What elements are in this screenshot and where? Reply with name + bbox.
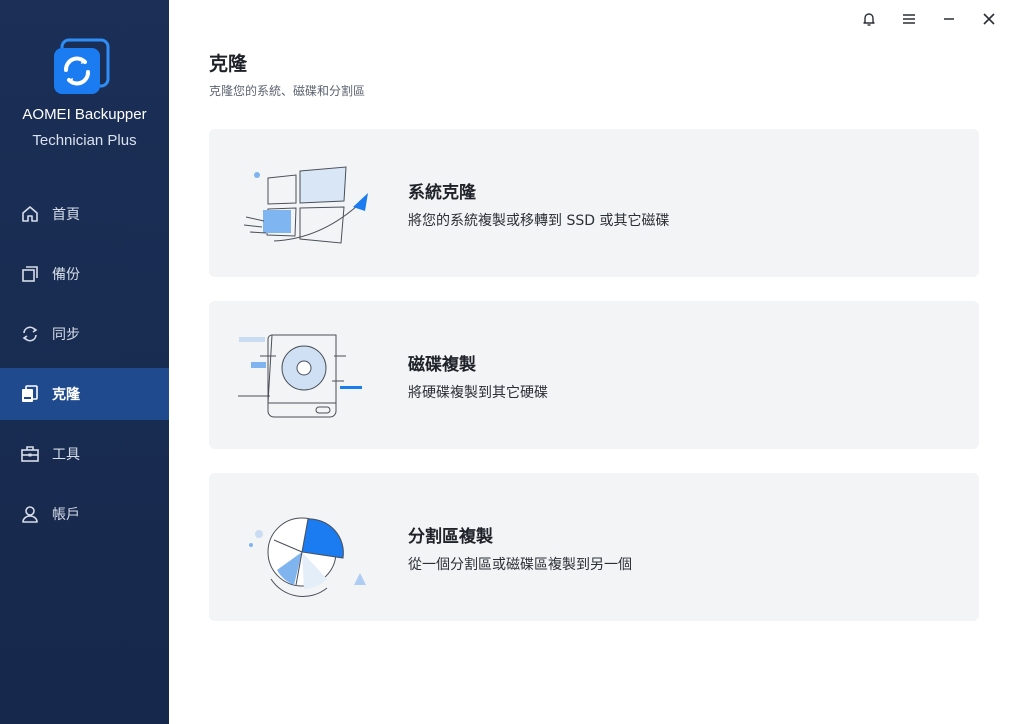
home-icon [20,204,40,224]
sidebar-item-clone[interactable]: 克隆 [0,368,169,420]
sidebar-item-label: 克隆 [52,387,80,403]
card-title: 磁碟複製 [408,355,476,375]
app-name: AOMEI Backupper [22,106,147,123]
backup-icon [20,264,40,284]
system-clone-icon [234,151,374,255]
sidebar-item-tools[interactable]: 工具 [0,428,169,480]
sidebar-item-label: 同步 [52,327,80,343]
card-title: 系統克隆 [408,183,476,203]
sync-icon [20,324,40,344]
minimize-icon[interactable] [929,8,969,30]
card-desc: 將硬碟複製到其它硬碟 [408,385,548,401]
sidebar-item-sync[interactable]: 同步 [0,308,169,360]
aomei-logo-icon [52,38,112,98]
sidebar: AOMEI Backupper Technician Plus 首頁 備份 同步… [0,0,169,724]
page-title: 克隆 [209,53,248,75]
sidebar-item-backup[interactable]: 備份 [0,248,169,300]
card-title: 分割區複製 [408,527,493,547]
sidebar-item-account[interactable]: 帳戶 [0,488,169,540]
card-desc: 將您的系統複製或移轉到 SSD 或其它磁碟 [408,213,670,229]
sidebar-nav: 首頁 備份 同步 克隆 工具 帳戶 [0,188,169,548]
app-edition: Technician Plus [32,132,137,149]
sidebar-item-home[interactable]: 首頁 [0,188,169,240]
disk-clone-icon [234,323,374,427]
partition-clone-icon [234,495,374,599]
sidebar-item-label: 工具 [52,447,80,463]
disk-clone-card[interactable]: 磁碟複製 將硬碟複製到其它硬碟 [209,301,979,449]
account-icon [20,504,40,524]
titlebar-controls [849,8,1009,30]
toolbox-icon [20,444,40,464]
partition-clone-card[interactable]: 分割區複製 從一個分割區或磁碟區複製到另一個 [209,473,979,621]
close-icon[interactable] [969,8,1009,30]
clone-icon [20,384,40,404]
page-subtitle: 克隆您的系統、磁碟和分割區 [209,84,366,98]
system-clone-card[interactable]: 系統克隆 將您的系統複製或移轉到 SSD 或其它磁碟 [209,129,979,277]
sidebar-item-label: 帳戶 [52,507,80,523]
sidebar-item-label: 備份 [52,267,80,283]
menu-icon[interactable] [889,8,929,30]
sidebar-item-label: 首頁 [52,207,80,223]
bell-icon[interactable] [849,8,889,30]
card-desc: 從一個分割區或磁碟區複製到另一個 [408,557,632,573]
